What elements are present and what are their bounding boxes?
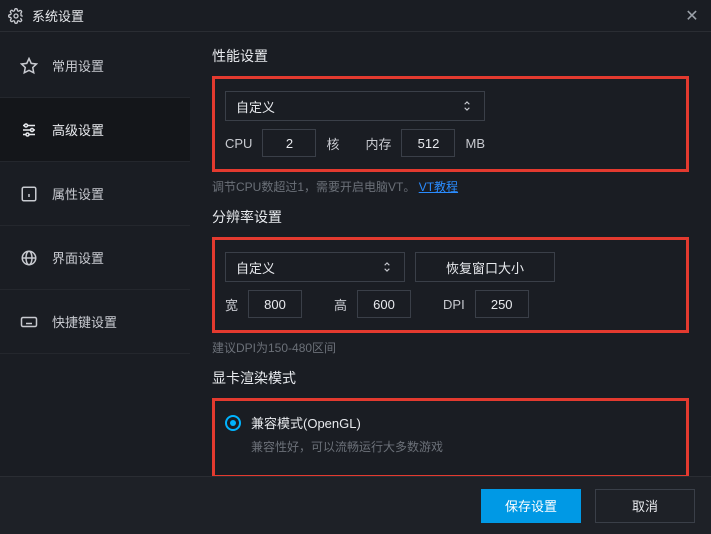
- save-button[interactable]: 保存设置: [481, 489, 581, 523]
- gpu-mode-option[interactable]: 兼容模式(OpenGL): [225, 409, 676, 434]
- globe-icon: [20, 249, 38, 267]
- memory-input[interactable]: [401, 129, 455, 157]
- sidebar-item-label: 常用设置: [52, 56, 104, 75]
- restore-window-size-button[interactable]: 恢复窗口大小: [415, 252, 555, 282]
- section-title-performance: 性能设置: [212, 46, 689, 66]
- cpu-input[interactable]: [262, 129, 316, 157]
- select-value: 自定义: [236, 258, 275, 277]
- width-label: 宽: [225, 295, 238, 314]
- dpi-input[interactable]: [475, 290, 529, 318]
- keyboard-icon: [20, 313, 38, 331]
- sidebar-item-label: 高级设置: [52, 120, 104, 139]
- titlebar: 系统设置 ✕: [0, 0, 711, 32]
- highlight-box-resolution: 自定义 恢复窗口大小 宽 高 DPI: [212, 237, 689, 333]
- select-value: 自定义: [236, 97, 275, 116]
- highlight-box-performance: 自定义 CPU 核 内存 MB: [212, 76, 689, 172]
- sidebar: 常用设置 高级设置 属性设置 界面设置 快捷键设置: [0, 32, 190, 476]
- sliders-icon: [20, 121, 38, 139]
- footer: 保存设置 取消: [0, 476, 711, 534]
- gpu-mode-label: 兼容模式(OpenGL): [251, 413, 361, 432]
- resolution-hint: 建议DPI为150-480区间: [212, 339, 689, 356]
- height-label: 高: [334, 295, 347, 314]
- performance-hint: 调节CPU数超过1，需要开启电脑VT。 VT教程: [212, 178, 689, 195]
- sidebar-item-properties[interactable]: 属性设置: [0, 162, 190, 226]
- cpu-label: CPU: [225, 136, 252, 151]
- radio-icon[interactable]: [225, 415, 241, 431]
- info-icon: [20, 185, 38, 203]
- height-input[interactable]: [357, 290, 411, 318]
- sidebar-item-label: 界面设置: [52, 248, 104, 267]
- window-title: 系统设置: [32, 6, 84, 25]
- close-icon[interactable]: ✕: [681, 5, 703, 27]
- sidebar-item-label: 快捷键设置: [52, 312, 117, 331]
- width-input[interactable]: [248, 290, 302, 318]
- vt-tutorial-link[interactable]: VT教程: [419, 180, 458, 194]
- performance-preset-select[interactable]: 自定义: [225, 91, 485, 121]
- sidebar-item-label: 属性设置: [52, 184, 104, 203]
- cpu-unit: 核: [326, 134, 339, 153]
- section-title-resolution: 分辨率设置: [212, 207, 689, 227]
- sidebar-item-advanced[interactable]: 高级设置: [0, 98, 190, 162]
- chevron-updown-icon: [380, 260, 394, 274]
- cancel-button[interactable]: 取消: [595, 489, 695, 523]
- gpu-mode-desc: 兼容性好，可以流畅运行大多数游戏: [251, 438, 676, 455]
- content-panel: 性能设置 自定义 CPU 核 内存 MB 调节CPU数超过1，需要开启电脑VT。…: [190, 32, 711, 476]
- gear-icon: [8, 8, 24, 24]
- resolution-preset-select[interactable]: 自定义: [225, 252, 405, 282]
- sidebar-item-general[interactable]: 常用设置: [0, 34, 190, 98]
- section-title-gpu: 显卡渲染模式: [212, 368, 689, 388]
- sidebar-item-ui[interactable]: 界面设置: [0, 226, 190, 290]
- star-icon: [20, 57, 38, 75]
- highlight-box-gpu: 兼容模式(OpenGL) 兼容性好，可以流畅运行大多数游戏: [212, 398, 689, 476]
- memory-label: 内存: [365, 134, 391, 153]
- chevron-updown-icon: [460, 99, 474, 113]
- sidebar-item-shortcuts[interactable]: 快捷键设置: [0, 290, 190, 354]
- memory-unit: MB: [465, 136, 485, 151]
- dpi-label: DPI: [443, 297, 465, 312]
